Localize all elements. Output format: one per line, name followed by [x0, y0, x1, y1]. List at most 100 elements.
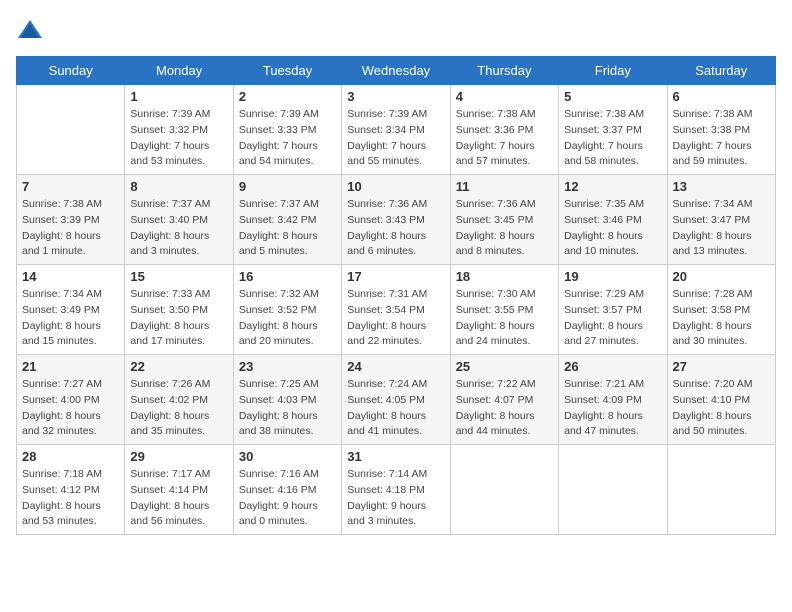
- week-row-5: 28 Sunrise: 7:18 AMSunset: 4:12 PMDayligh…: [17, 445, 776, 535]
- calendar-cell: 14 Sunrise: 7:34 AMSunset: 3:49 PMDayligh…: [17, 265, 125, 355]
- calendar-cell: 1 Sunrise: 7:39 AMSunset: 3:32 PMDaylight…: [125, 85, 233, 175]
- day-info: Sunrise: 7:33 AMSunset: 3:50 PMDaylight:…: [130, 287, 227, 350]
- day-number: 17: [347, 269, 444, 284]
- calendar-cell: 19 Sunrise: 7:29 AMSunset: 3:57 PMDayligh…: [559, 265, 667, 355]
- calendar-cell: 28 Sunrise: 7:18 AMSunset: 4:12 PMDayligh…: [17, 445, 125, 535]
- day-info: Sunrise: 7:38 AMSunset: 3:39 PMDaylight:…: [22, 197, 119, 260]
- day-number: 8: [130, 179, 227, 194]
- day-info: Sunrise: 7:35 AMSunset: 3:46 PMDaylight:…: [564, 197, 661, 260]
- day-number: 20: [673, 269, 770, 284]
- day-header-monday: Monday: [125, 57, 233, 85]
- day-number: 21: [22, 359, 119, 374]
- day-number: 15: [130, 269, 227, 284]
- day-info: Sunrise: 7:30 AMSunset: 3:55 PMDaylight:…: [456, 287, 553, 350]
- day-info: Sunrise: 7:37 AMSunset: 3:40 PMDaylight:…: [130, 197, 227, 260]
- calendar-cell: 20Sunrise: 7:28 AMSunset: 3:58 PMDayligh…: [667, 265, 775, 355]
- calendar-cell: 25 Sunrise: 7:22 AMSunset: 4:07 PMDayligh…: [450, 355, 558, 445]
- week-row-4: 21 Sunrise: 7:27 AMSunset: 4:00 PMDayligh…: [17, 355, 776, 445]
- day-info: Sunrise: 7:20 AMSunset: 4:10 PMDaylight:…: [673, 377, 770, 440]
- day-info: Sunrise: 7:24 AMSunset: 4:05 PMDaylight:…: [347, 377, 444, 440]
- day-info: Sunrise: 7:21 AMSunset: 4:09 PMDaylight:…: [564, 377, 661, 440]
- day-info: Sunrise: 7:34 AMSunset: 3:49 PMDaylight:…: [22, 287, 119, 350]
- header: [16, 16, 776, 44]
- day-number: 29: [130, 449, 227, 464]
- day-number: 26: [564, 359, 661, 374]
- day-number: 23: [239, 359, 336, 374]
- calendar-cell: 15 Sunrise: 7:33 AMSunset: 3:50 PMDayligh…: [125, 265, 233, 355]
- calendar-cell: 22 Sunrise: 7:26 AMSunset: 4:02 PMDayligh…: [125, 355, 233, 445]
- day-header-saturday: Saturday: [667, 57, 775, 85]
- calendar-cell: 11Sunrise: 7:36 AMSunset: 3:45 PMDayligh…: [450, 175, 558, 265]
- day-number: 27: [673, 359, 770, 374]
- day-header-tuesday: Tuesday: [233, 57, 341, 85]
- day-info: Sunrise: 7:39 AMSunset: 3:34 PMDaylight:…: [347, 107, 444, 170]
- calendar-cell: 24Sunrise: 7:24 AMSunset: 4:05 PMDayligh…: [342, 355, 450, 445]
- calendar-cell: [17, 85, 125, 175]
- day-info: Sunrise: 7:17 AMSunset: 4:14 PMDaylight:…: [130, 467, 227, 530]
- day-info: Sunrise: 7:31 AMSunset: 3:54 PMDaylight:…: [347, 287, 444, 350]
- day-info: Sunrise: 7:38 AMSunset: 3:36 PMDaylight:…: [456, 107, 553, 170]
- day-number: 7: [22, 179, 119, 194]
- day-info: Sunrise: 7:25 AMSunset: 4:03 PMDaylight:…: [239, 377, 336, 440]
- day-number: 5: [564, 89, 661, 104]
- calendar-cell: 4 Sunrise: 7:38 AMSunset: 3:36 PMDaylight…: [450, 85, 558, 175]
- day-info: Sunrise: 7:14 AMSunset: 4:18 PMDaylight:…: [347, 467, 444, 530]
- day-info: Sunrise: 7:16 AMSunset: 4:16 PMDaylight:…: [239, 467, 336, 530]
- calendar-cell: 5 Sunrise: 7:38 AMSunset: 3:37 PMDaylight…: [559, 85, 667, 175]
- calendar-cell: 2Sunrise: 7:39 AMSunset: 3:33 PMDaylight…: [233, 85, 341, 175]
- day-number: 25: [456, 359, 553, 374]
- calendar-cell: 13 Sunrise: 7:34 AMSunset: 3:47 PMDayligh…: [667, 175, 775, 265]
- day-info: Sunrise: 7:36 AMSunset: 3:43 PMDaylight:…: [347, 197, 444, 260]
- day-number: 22: [130, 359, 227, 374]
- day-number: 6: [673, 89, 770, 104]
- day-info: Sunrise: 7:18 AMSunset: 4:12 PMDaylight:…: [22, 467, 119, 530]
- day-number: 31: [347, 449, 444, 464]
- day-number: 28: [22, 449, 119, 464]
- day-header-friday: Friday: [559, 57, 667, 85]
- calendar-cell: 26 Sunrise: 7:21 AMSunset: 4:09 PMDayligh…: [559, 355, 667, 445]
- day-info: Sunrise: 7:32 AMSunset: 3:52 PMDaylight:…: [239, 287, 336, 350]
- day-info: Sunrise: 7:29 AMSunset: 3:57 PMDaylight:…: [564, 287, 661, 350]
- calendar-table: SundayMondayTuesdayWednesdayThursdayFrid…: [16, 56, 776, 535]
- day-info: Sunrise: 7:22 AMSunset: 4:07 PMDaylight:…: [456, 377, 553, 440]
- day-info: Sunrise: 7:38 AMSunset: 3:38 PMDaylight:…: [673, 107, 770, 170]
- week-row-2: 7 Sunrise: 7:38 AMSunset: 3:39 PMDaylight…: [17, 175, 776, 265]
- calendar-cell: 30 Sunrise: 7:16 AMSunset: 4:16 PMDayligh…: [233, 445, 341, 535]
- day-number: 16: [239, 269, 336, 284]
- day-info: Sunrise: 7:37 AMSunset: 3:42 PMDaylight:…: [239, 197, 336, 260]
- day-number: 1: [130, 89, 227, 104]
- week-row-3: 14 Sunrise: 7:34 AMSunset: 3:49 PMDayligh…: [17, 265, 776, 355]
- calendar-cell: 8 Sunrise: 7:37 AMSunset: 3:40 PMDaylight…: [125, 175, 233, 265]
- day-number: 30: [239, 449, 336, 464]
- calendar-cell: 17 Sunrise: 7:31 AMSunset: 3:54 PMDayligh…: [342, 265, 450, 355]
- calendar-cell: 3 Sunrise: 7:39 AMSunset: 3:34 PMDaylight…: [342, 85, 450, 175]
- day-info: Sunrise: 7:38 AMSunset: 3:37 PMDaylight:…: [564, 107, 661, 170]
- day-number: 3: [347, 89, 444, 104]
- day-info: Sunrise: 7:26 AMSunset: 4:02 PMDaylight:…: [130, 377, 227, 440]
- calendar-cell: [450, 445, 558, 535]
- week-row-1: 1 Sunrise: 7:39 AMSunset: 3:32 PMDaylight…: [17, 85, 776, 175]
- calendar-cell: 29 Sunrise: 7:17 AMSunset: 4:14 PMDayligh…: [125, 445, 233, 535]
- calendar-cell: 6 Sunrise: 7:38 AMSunset: 3:38 PMDaylight…: [667, 85, 775, 175]
- logo: [16, 16, 48, 44]
- day-info: Sunrise: 7:34 AMSunset: 3:47 PMDaylight:…: [673, 197, 770, 260]
- calendar-cell: 10Sunrise: 7:36 AMSunset: 3:43 PMDayligh…: [342, 175, 450, 265]
- day-info: Sunrise: 7:27 AMSunset: 4:00 PMDaylight:…: [22, 377, 119, 440]
- header-row: SundayMondayTuesdayWednesdayThursdayFrid…: [17, 57, 776, 85]
- day-number: 4: [456, 89, 553, 104]
- calendar-cell: [667, 445, 775, 535]
- day-info: Sunrise: 7:39 AMSunset: 3:33 PMDaylight:…: [239, 107, 336, 170]
- calendar-cell: 21 Sunrise: 7:27 AMSunset: 4:00 PMDayligh…: [17, 355, 125, 445]
- calendar-header: SundayMondayTuesdayWednesdayThursdayFrid…: [17, 57, 776, 85]
- calendar-cell: 18 Sunrise: 7:30 AMSunset: 3:55 PMDayligh…: [450, 265, 558, 355]
- calendar-cell: [559, 445, 667, 535]
- calendar-cell: 9Sunrise: 7:37 AMSunset: 3:42 PMDaylight…: [233, 175, 341, 265]
- day-number: 11: [456, 179, 553, 194]
- day-number: 13: [673, 179, 770, 194]
- day-number: 14: [22, 269, 119, 284]
- calendar-cell: 7 Sunrise: 7:38 AMSunset: 3:39 PMDaylight…: [17, 175, 125, 265]
- calendar-cell: 12Sunrise: 7:35 AMSunset: 3:46 PMDayligh…: [559, 175, 667, 265]
- day-info: Sunrise: 7:39 AMSunset: 3:32 PMDaylight:…: [130, 107, 227, 170]
- day-number: 19: [564, 269, 661, 284]
- day-number: 18: [456, 269, 553, 284]
